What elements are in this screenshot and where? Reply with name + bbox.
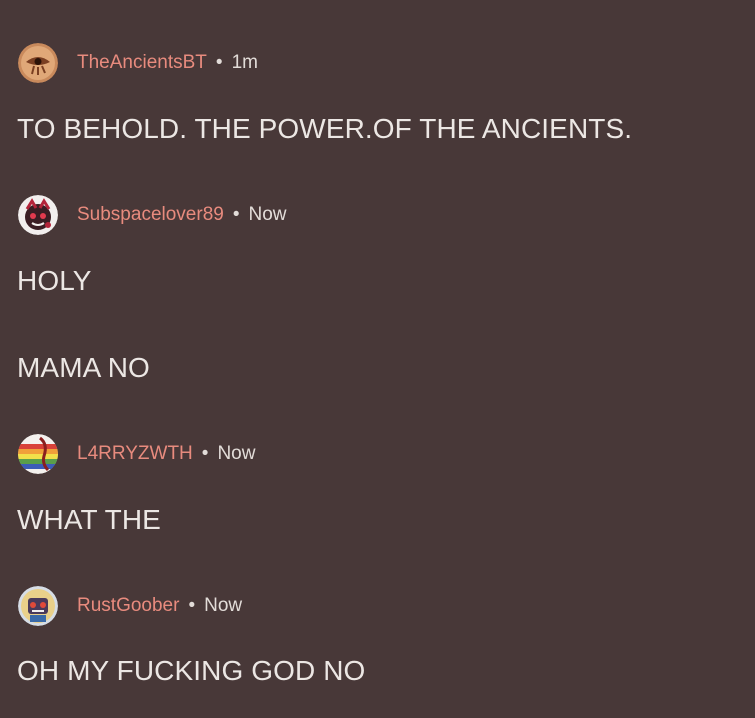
separator-dot: •: [188, 595, 196, 616]
username-link[interactable]: TheAncientsBT: [77, 52, 207, 74]
comment-header: TheAncientsBT • 1m: [18, 43, 258, 83]
username-link[interactable]: L4RRYZWTH: [77, 443, 193, 465]
avatar[interactable]: [18, 586, 58, 626]
avatar[interactable]: [18, 195, 58, 235]
rainbow-flag-icon: [18, 434, 58, 474]
timestamp: 1m: [231, 52, 258, 73]
comment-text: MAMA NO: [17, 352, 150, 383]
robot-icon: [18, 586, 58, 626]
separator-dot: •: [201, 443, 209, 464]
comment-text: WHAT THE: [17, 504, 161, 535]
timestamp: Now: [204, 595, 243, 616]
timestamp: Now: [217, 443, 256, 464]
username-link[interactable]: RustGoober: [77, 595, 179, 617]
username-link[interactable]: Subspacelover89: [77, 204, 224, 226]
avatar[interactable]: [18, 43, 58, 83]
comment-header: RustGoober • Now: [18, 586, 242, 626]
comment-text: HOLY: [17, 265, 92, 296]
character-icon: [18, 195, 58, 235]
eye-of-ra-icon: [18, 43, 58, 83]
comment-text: TO BEHOLD. THE POWER.OF THE ANCIENTS.: [17, 113, 633, 144]
avatar[interactable]: [18, 434, 58, 474]
comment-text: OH MY FUCKING GOD NO: [17, 655, 366, 686]
separator-dot: •: [232, 204, 240, 225]
timestamp: Now: [248, 204, 287, 225]
comment-header: Subspacelover89 • Now: [18, 195, 287, 235]
separator-dot: •: [215, 52, 223, 73]
comment-header: L4RRYZWTH • Now: [18, 434, 255, 474]
